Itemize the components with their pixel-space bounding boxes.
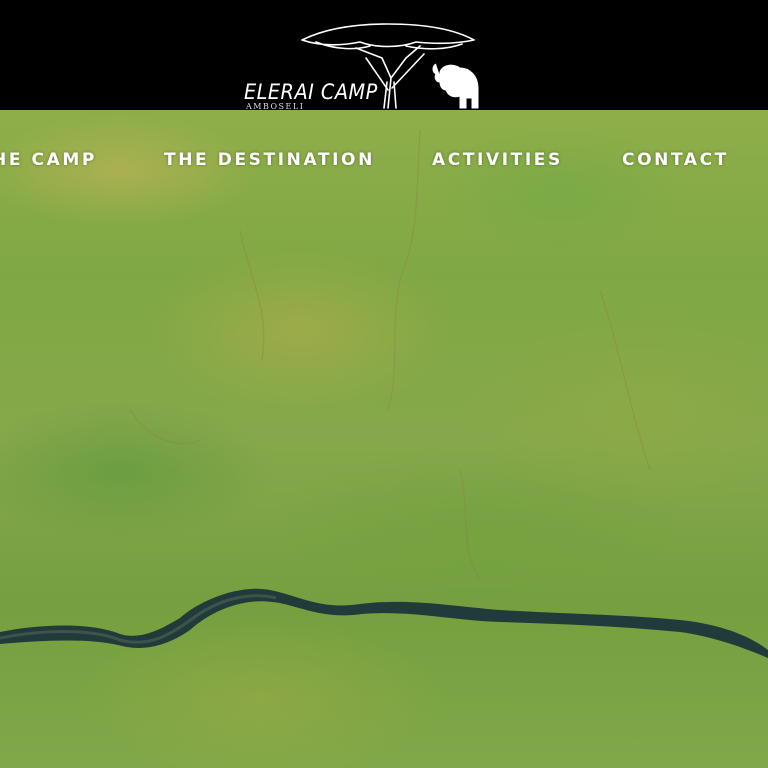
elephant-icon bbox=[432, 63, 479, 109]
main-nav: HE CAMP THE DESTINATION ACTIVITIES CONTA… bbox=[0, 110, 768, 210]
nav-item-the-camp[interactable]: HE CAMP bbox=[0, 150, 97, 170]
page: ELERAI CAMP AMBOSELI HE CAMP THE DESTINA… bbox=[0, 0, 768, 768]
logo-title: ELERAI CAMP bbox=[244, 80, 378, 104]
nav-item-the-destination[interactable]: THE DESTINATION bbox=[164, 150, 375, 170]
logo[interactable]: ELERAI CAMP AMBOSELI bbox=[240, 14, 490, 114]
nav-item-activities[interactable]: ACTIVITIES bbox=[432, 150, 563, 170]
site-header: ELERAI CAMP AMBOSELI bbox=[0, 0, 768, 111]
nav-item-contact[interactable]: CONTACT bbox=[622, 150, 729, 170]
